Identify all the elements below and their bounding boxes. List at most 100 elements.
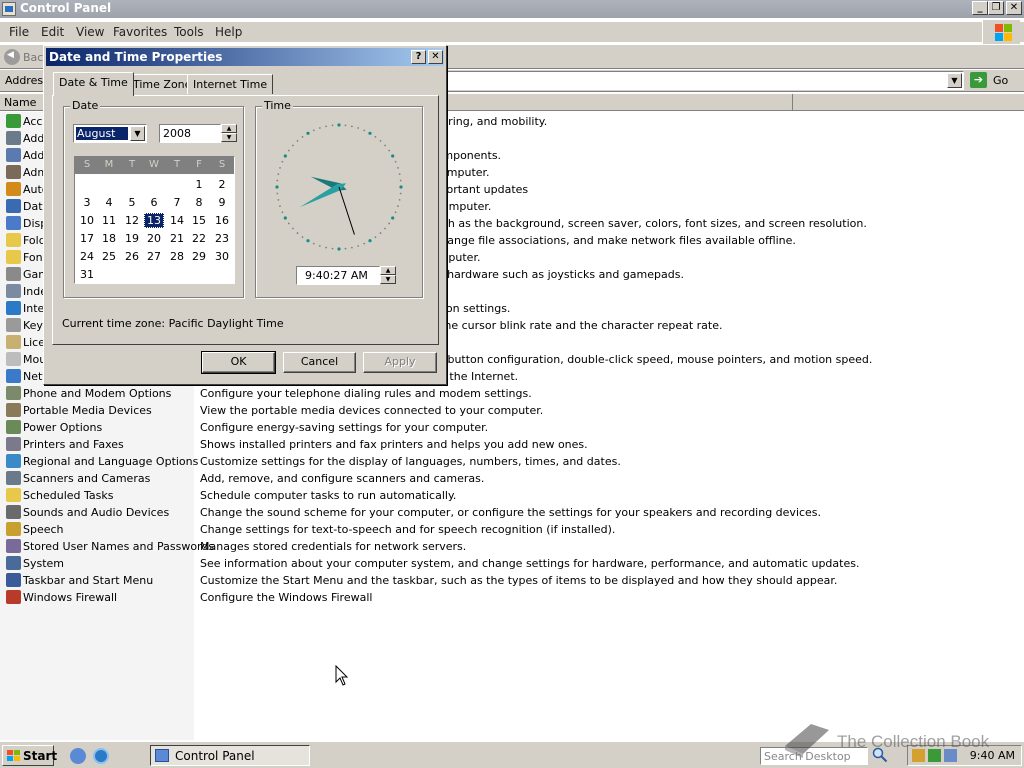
calendar-day[interactable]: 21 [167,231,187,246]
tray-icon[interactable] [928,749,941,762]
list-item[interactable]: Phone and Modem Options Configure your te… [0,385,1024,402]
minimize-button[interactable]: _ [972,1,988,15]
calendar-day[interactable]: 14 [167,213,187,228]
calendar-day[interactable]: 3 [77,195,97,210]
list-item[interactable]: Sounds and Audio Devices Change the sound… [0,504,1024,521]
item-description: Customize the Start Menu and the taskbar… [200,574,838,587]
list-item[interactable]: Speech Change settings for text-to-speech… [0,521,1024,538]
start-button[interactable]: Start [2,745,57,766]
time-down-icon[interactable]: ▼ [380,275,396,284]
list-item[interactable]: Printers and Faxes Shows installed printe… [0,436,1024,453]
tray-clock[interactable]: 9:40 AM [970,749,1015,762]
control-panel-item-icon [6,114,21,128]
time-stepper[interactable]: 9:40:27 AM ▲ ▼ [296,266,396,285]
calendar-day[interactable]: 23 [212,231,232,246]
chevron-down-icon[interactable]: ▼ [130,126,145,141]
calendar-day[interactable]: 8 [189,195,209,210]
year-stepper[interactable]: 2008 ▲ ▼ [159,124,237,143]
calendar-day[interactable]: 15 [189,213,209,228]
item-description: Change settings for text-to-speech and f… [200,523,616,536]
calendar-day[interactable]: 31 [77,267,97,282]
weekday-label: M [104,159,114,170]
control-panel-item-icon [6,573,21,587]
calendar-day-selected[interactable]: 13 [144,213,164,228]
clock-minute-mark [281,160,284,163]
list-item[interactable]: Portable Media Devices View the portable … [0,402,1024,419]
month-select[interactable]: August ▼ [73,124,147,143]
calendar-day[interactable]: 18 [99,231,119,246]
back-icon[interactable] [4,49,20,65]
list-item[interactable]: Windows Firewall Configure the Windows Fi… [0,589,1024,606]
list-item[interactable]: Power Options Configure energy-saving set… [0,419,1024,436]
close-button[interactable]: ✕ [1006,1,1022,15]
year-up-icon[interactable]: ▲ [221,124,237,133]
calendar-day[interactable]: 29 [189,249,209,264]
cancel-button[interactable]: Cancel [283,352,356,373]
control-panel-item-icon [6,301,21,315]
calendar-day[interactable]: 24 [77,249,97,264]
calendar-day[interactable]: 2 [212,177,232,192]
calendar-day[interactable]: 9 [212,195,232,210]
list-item[interactable]: System See information about your compute… [0,555,1024,572]
calendar-day[interactable]: 25 [99,249,119,264]
calendar-day[interactable]: 30 [212,249,232,264]
go-button[interactable]: ➔ Go [968,71,1018,90]
calendar-day[interactable]: 7 [167,195,187,210]
item-name: Scheduled Tasks [23,489,114,502]
window-titlebar[interactable]: Control Panel _ ❐ ✕ [0,0,1024,18]
tab-date-time[interactable]: Date & Time [53,72,134,96]
tab-internet-time[interactable]: Internet Time [187,74,274,94]
list-item[interactable]: Taskbar and Start Menu Customize the Star… [0,572,1024,589]
quicklaunch-desktop-icon[interactable] [70,748,86,764]
calendar-day[interactable]: 1 [189,177,209,192]
tray-icon[interactable] [944,749,957,762]
clock-minute-mark [281,211,284,214]
clock-minute-mark [357,127,360,129]
restore-button[interactable]: ❐ [988,1,1004,15]
calendar-day[interactable]: 6 [144,195,164,210]
calendar-day[interactable]: 4 [99,195,119,210]
quicklaunch-ie-icon[interactable] [93,748,109,764]
calendar-day[interactable]: 5 [122,195,142,210]
search-desktop-input[interactable]: Search Desktop [760,747,868,765]
menu-file[interactable]: File [9,25,29,39]
calendar-day[interactable]: 28 [167,249,187,264]
list-item[interactable]: Regional and Language Options Customize s… [0,453,1024,470]
ok-button[interactable]: OK [201,351,276,374]
menu-tools[interactable]: Tools [174,25,204,39]
menu-view[interactable]: View [76,25,104,39]
list-item[interactable]: Scanners and Cameras Add, remove, and con… [0,470,1024,487]
calendar-day[interactable]: 12 [122,213,142,228]
list-item[interactable]: Scheduled Tasks Schedule computer tasks t… [0,487,1024,504]
clock-minute-mark [394,160,397,163]
address-dropdown-icon[interactable]: ▼ [947,73,962,88]
control-panel-item-icon [6,267,21,281]
calendar-day[interactable]: 20 [144,231,164,246]
clock-minute-mark [388,222,391,225]
timezone-label: Current time zone: [62,317,166,330]
help-button[interactable]: ? [411,50,426,64]
weekday-label: T [173,159,181,170]
dialog-titlebar[interactable]: Date and Time Properties ? ✕ [46,48,444,66]
calendar-day[interactable]: 26 [122,249,142,264]
apply-button[interactable]: Apply [363,352,437,373]
taskbar-item-control-panel[interactable]: Control Panel [150,745,310,766]
calendar-day[interactable]: 19 [122,231,142,246]
calendar-day[interactable]: 10 [77,213,97,228]
item-name: Stored User Names and Passwords [23,540,215,553]
time-up-icon[interactable]: ▲ [380,266,396,275]
menu-favorites[interactable]: Favorites [113,25,167,39]
calendar-day[interactable]: 16 [212,213,232,228]
calendar-day[interactable]: 27 [144,249,164,264]
year-down-icon[interactable]: ▼ [221,133,237,142]
go-label: Go [993,74,1009,87]
calendar-day[interactable]: 17 [77,231,97,246]
list-item[interactable]: Stored User Names and Passwords Manages s… [0,538,1024,555]
menu-edit[interactable]: Edit [41,25,64,39]
calendar-day[interactable]: 22 [189,231,209,246]
calendar-day[interactable]: 11 [99,213,119,228]
dialog-close-button[interactable]: ✕ [428,50,443,64]
menu-help[interactable]: Help [215,25,242,39]
search-icon[interactable] [872,747,888,763]
tray-icon[interactable] [912,749,925,762]
